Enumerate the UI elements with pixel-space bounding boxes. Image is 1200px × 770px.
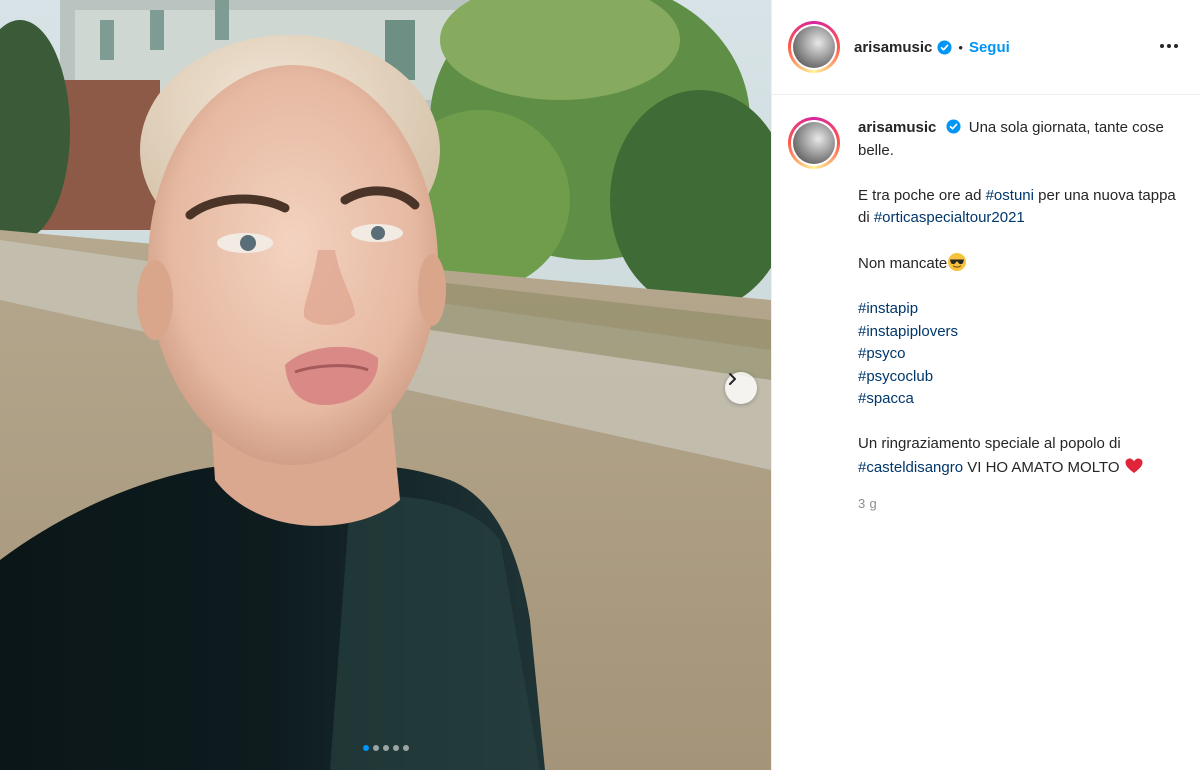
hashtag-link[interactable]: #spacca xyxy=(858,390,914,407)
hashtag-link[interactable]: #psyco xyxy=(858,345,906,362)
more-dot xyxy=(1174,44,1178,48)
separator-dot: • xyxy=(958,39,963,55)
carousel-dot xyxy=(392,745,399,751)
caption-text: arisamusic Una sola giornata, tante cose… xyxy=(858,117,1184,516)
more-options-icon[interactable] xyxy=(1160,36,1178,56)
carousel-dot xyxy=(372,745,379,751)
carousel-dot xyxy=(402,745,409,751)
post-header: arisamusic • Segui xyxy=(772,0,1200,95)
avatar-border xyxy=(791,120,837,166)
caption-avatar[interactable] xyxy=(788,117,840,169)
selfie-image xyxy=(0,0,771,770)
caption-text-segment: Non mancate xyxy=(858,255,948,272)
hashtag-link[interactable]: #casteldisangro xyxy=(858,459,963,476)
sunglasses-emoji-icon xyxy=(948,253,967,271)
more-dot xyxy=(1167,44,1171,48)
carousel-dot xyxy=(382,745,389,751)
caption-section: arisamusic Una sola giornata, tante cose… xyxy=(772,95,1200,516)
caption-text-segment: VI HO AMATO MOLTO xyxy=(963,458,1124,476)
hashtag-link[interactable]: #instapip xyxy=(858,300,918,317)
avatar-image xyxy=(793,122,835,164)
next-slide-button[interactable] xyxy=(725,372,757,404)
follow-button[interactable]: Segui xyxy=(969,39,1010,56)
caption-text-segment: Un ringraziamento speciale al popolo di xyxy=(858,435,1121,452)
caption-text-segment: E tra poche ore ad xyxy=(858,186,986,204)
caption-paragraph-cta: Non mancate xyxy=(858,252,1184,276)
post-sidebar: arisamusic • Segui arisamusic Una sola g… xyxy=(771,0,1200,770)
avatar-image xyxy=(793,26,835,68)
avatar-border xyxy=(791,24,837,70)
caption-paragraph-tour: E tra poche ore ad #ostuni per una nuova… xyxy=(858,185,1184,230)
avatar[interactable] xyxy=(788,21,840,73)
caption-first-line: arisamusic Una sola giornata, tante cose… xyxy=(858,117,1184,162)
verified-badge-icon xyxy=(946,119,961,134)
username-link[interactable]: arisamusic xyxy=(854,39,932,56)
more-dot xyxy=(1160,44,1164,48)
hashtag-link[interactable]: #ostuni xyxy=(986,187,1034,204)
hashtag-list: #instapip #instapiplovers #psyco #psycoc… xyxy=(858,298,1184,411)
post-timestamp[interactable]: 3 g xyxy=(858,493,1184,516)
hashtag-link[interactable]: #psycoclub xyxy=(858,368,933,385)
red-heart-emoji-icon xyxy=(1125,458,1143,473)
header-user-info: arisamusic • Segui xyxy=(854,39,1010,56)
chevron-right-icon xyxy=(729,373,736,385)
post-photo[interactable] xyxy=(0,0,771,770)
hashtag-link[interactable]: #orticaspecialtour2021 xyxy=(874,209,1025,226)
verified-badge-icon xyxy=(937,39,952,55)
carousel-dot xyxy=(362,745,369,751)
hashtag-link[interactable]: #instapiplovers xyxy=(858,323,958,340)
carousel-indicator xyxy=(0,745,771,751)
caption-paragraph-thanks: Un ringraziamento speciale al popolo di … xyxy=(858,433,1184,479)
caption-username-link[interactable]: arisamusic xyxy=(858,119,936,136)
